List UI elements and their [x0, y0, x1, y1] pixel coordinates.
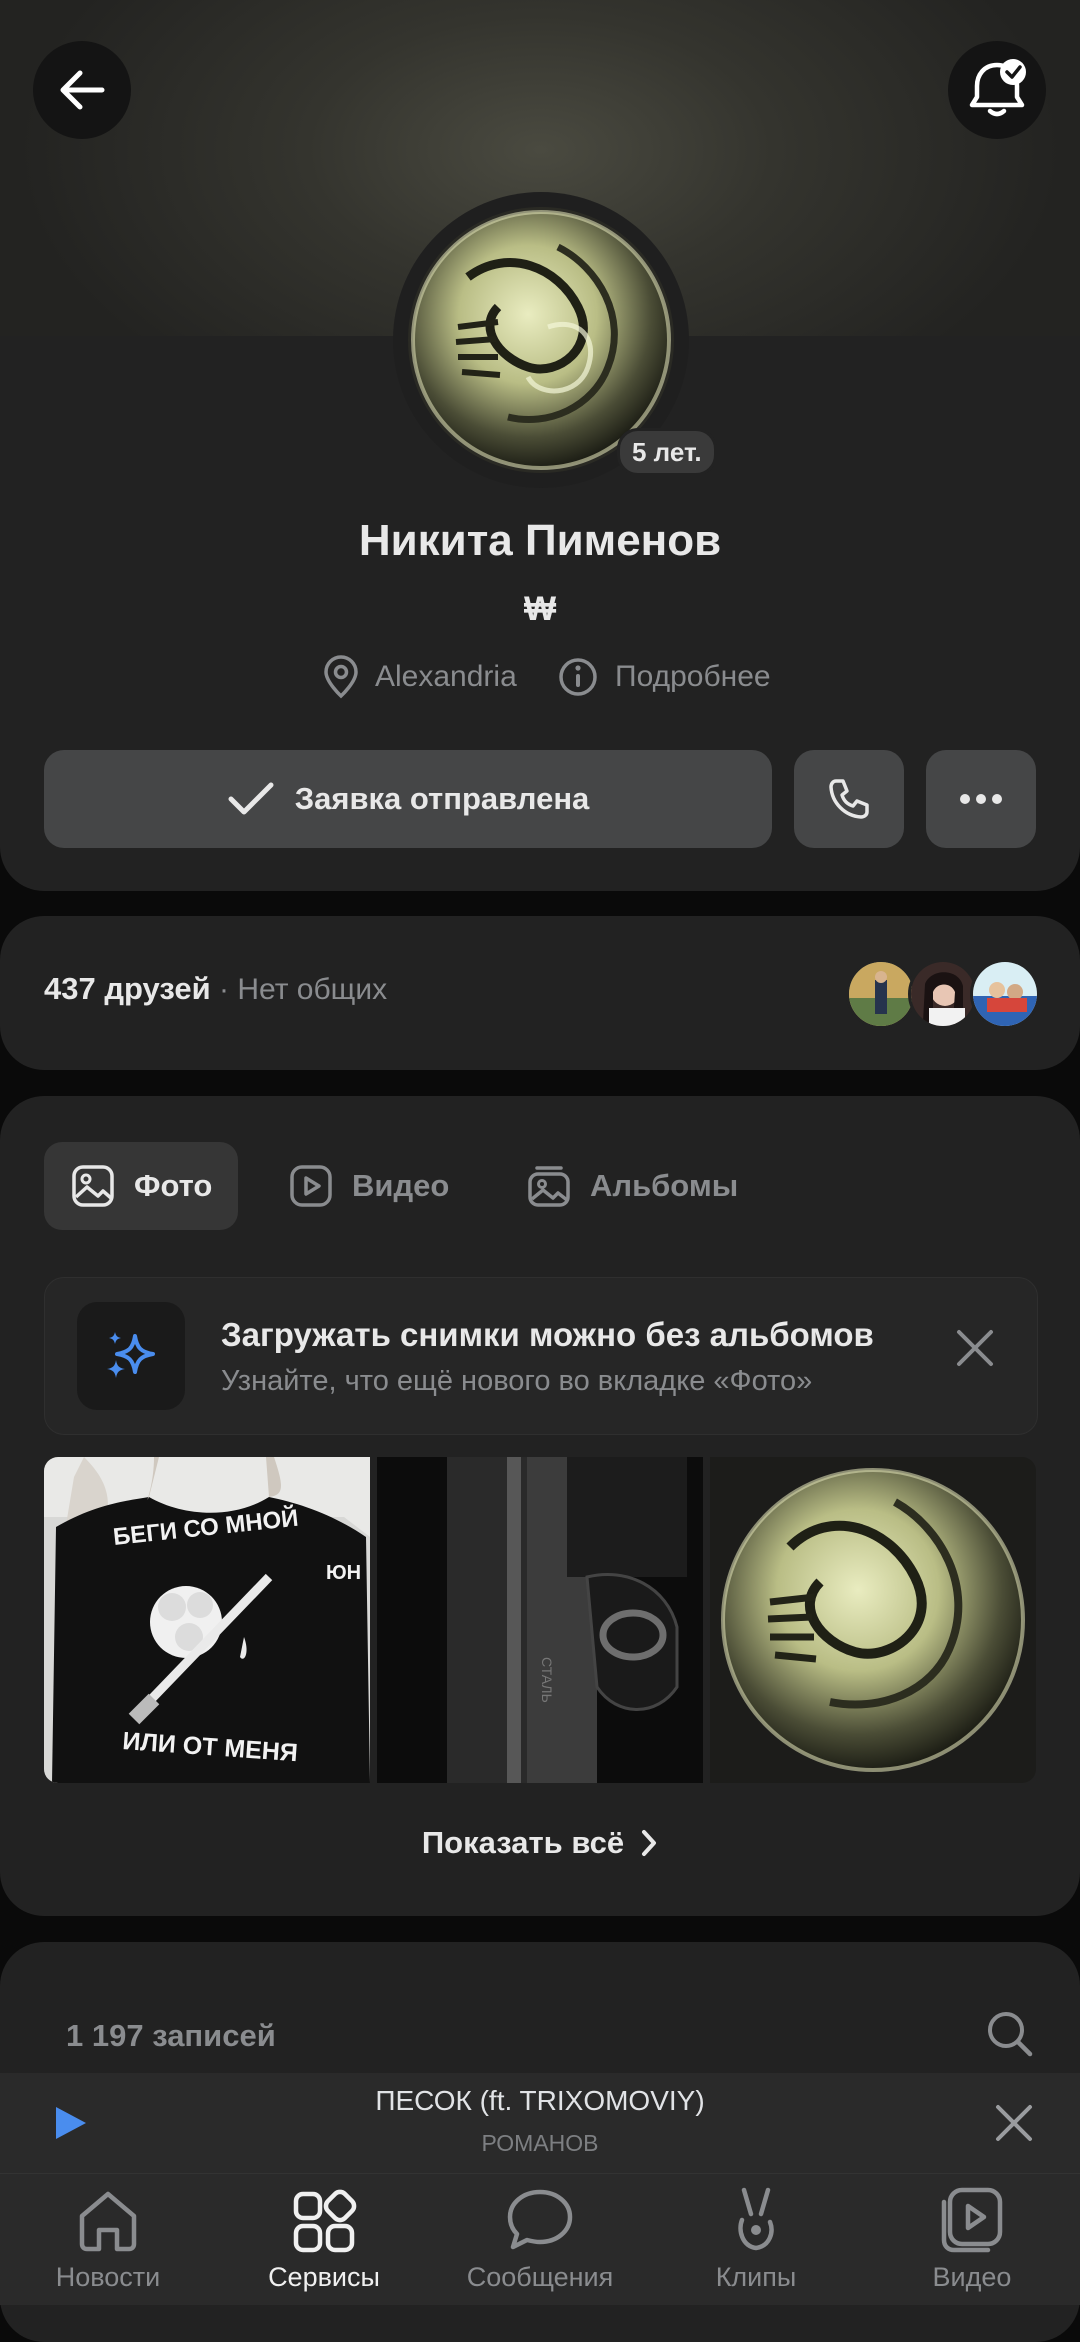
sparkles-icon [107, 1332, 155, 1378]
details-link[interactable]: Подробнее [557, 655, 771, 699]
tshirt-photo: БЕГИ СО МНОЙ ЮН ИЛИ ОТ МЕНЯ [44, 1457, 370, 1783]
arrow-left-icon [60, 70, 105, 110]
tab-video[interactable]: Видео [288, 1142, 449, 1230]
search-icon [988, 2012, 1033, 2057]
friend-avatar [970, 959, 1040, 1029]
banner-title: Загружать снимки можно без альбомов [221, 1316, 874, 1353]
photo-thumbnail[interactable]: БЕГИ СО МНОЙ ЮН ИЛИ ОТ МЕНЯ [44, 1457, 370, 1783]
chevron-right-icon [642, 1830, 657, 1856]
tab-video-label: Видео [352, 1168, 450, 1203]
image-icon [72, 1165, 114, 1207]
pistol-engraving: СТАЛЬ [539, 1657, 555, 1703]
tab-albums-label: Альбомы [590, 1168, 739, 1203]
more-button[interactable] [926, 750, 1036, 848]
tab-services[interactable]: Сервисы [216, 2174, 432, 2305]
video-icon [290, 1165, 332, 1207]
banner-close-button[interactable] [945, 1318, 1005, 1378]
separator: · [210, 973, 238, 1006]
photo-tip-banner: Загружать снимки можно без альбомов Узна… [44, 1277, 1038, 1435]
tab-news[interactable]: Новости [0, 2174, 216, 2305]
show-all-label: Показать всё [421, 1825, 625, 1860]
close-icon [996, 2105, 1032, 2141]
banner-subtitle: Узнайте, что ещё нового во вкладке «Фото… [221, 1365, 813, 1397]
video-play-icon [941, 2187, 1003, 2253]
age-badge: 5 лет. [617, 428, 717, 476]
friend-avatar [846, 959, 916, 1029]
call-button[interactable] [794, 750, 904, 848]
photo-thumbnail[interactable]: СТАЛЬ [377, 1457, 703, 1783]
tab-albums[interactable]: Альбомы [526, 1142, 738, 1230]
close-icon [957, 1330, 993, 1366]
tab-photo[interactable]: Фото [44, 1142, 239, 1230]
friends-card[interactable]: 437 друзей · Нет общих [0, 916, 1080, 1070]
tab-messages[interactable]: Сообщения [432, 2174, 648, 2305]
pistol-photo: СТАЛЬ [377, 1457, 703, 1783]
tab-video-nav[interactable]: Видео [864, 2174, 1080, 2305]
home-icon [79, 2191, 137, 2252]
tab-clips[interactable]: Клипы [648, 2174, 864, 2305]
sparkle-icon-container [77, 1302, 185, 1410]
bottom-tab-bar: Новости Сервисы Сообщения Клипы Видео [0, 2173, 1080, 2305]
bell-check-icon [969, 59, 1026, 117]
info-icon [559, 658, 597, 696]
notifications-button[interactable] [948, 41, 1046, 139]
show-all-button[interactable]: Показать всё [0, 1825, 1080, 1861]
back-button[interactable] [33, 41, 131, 139]
tab-news-label: Новости [55, 2262, 161, 2292]
profile-name: Никита Пименов [358, 516, 722, 565]
clips-icon [738, 2187, 774, 2251]
city-label: Alexandria [375, 660, 517, 693]
tab-clips-label: Клипы [715, 2262, 797, 2292]
orb-photo [710, 1457, 1036, 1783]
mini-player[interactable]: ПЕСОК (ft. TRIXOMOVIY) РОМАНОВ [0, 2073, 1080, 2173]
location-pin-icon [324, 655, 358, 699]
friends-count: 437 друзей [44, 971, 211, 1006]
tab-messages-label: Сообщения [466, 2262, 614, 2292]
common-friends: Нет общих [237, 973, 388, 1006]
message-bubble-icon [507, 2189, 573, 2250]
albums-icon [528, 1166, 570, 1207]
photo-thumbnail[interactable] [710, 1457, 1036, 1783]
tab-photo-label: Фото [134, 1168, 213, 1203]
tab-services-label: Сервисы [268, 2262, 380, 2292]
phone-icon [829, 779, 869, 819]
check-icon [228, 782, 274, 815]
track-artist: РОМАНОВ [481, 2130, 599, 2156]
details-label: Подробнее [615, 660, 771, 693]
posts-search-button[interactable] [984, 2008, 1036, 2060]
friend-avatar [908, 959, 978, 1029]
shirt-text-side: ЮН [326, 1562, 361, 1584]
friend-request-sent-button[interactable]: Заявка отправлена [44, 750, 772, 848]
services-grid-icon [293, 2189, 357, 2253]
friends-summary: 437 друзей · Нет общих [44, 971, 387, 1007]
profile-status: ₩ [523, 590, 557, 628]
city-info[interactable]: Alexandria [321, 655, 517, 699]
friend-request-label: Заявка отправлена [294, 781, 590, 816]
posts-count: 1 197 записей [66, 2018, 276, 2053]
track-title: ПЕСОК (ft. TRIXOMOVIY) [375, 2085, 705, 2116]
more-dots-icon [960, 794, 1002, 804]
tab-video-nav-label: Видео [932, 2262, 1012, 2292]
player-close-button[interactable] [992, 2101, 1036, 2145]
